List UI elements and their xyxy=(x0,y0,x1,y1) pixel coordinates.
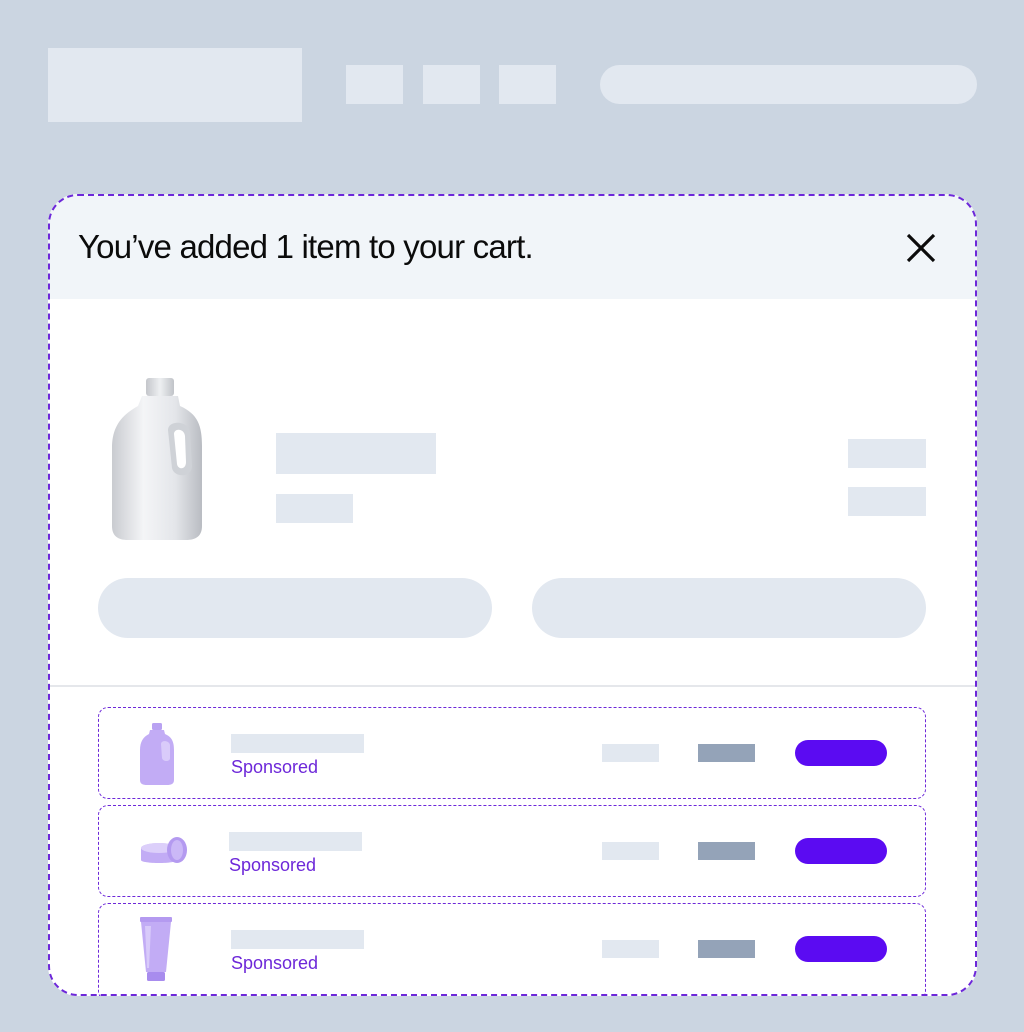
sponsored-item-rating-placeholder xyxy=(698,744,755,762)
add-to-cart-modal: You’ve added 1 item to your cart. Sponso… xyxy=(48,194,977,996)
close-icon xyxy=(906,233,936,263)
search-bar-placeholder[interactable] xyxy=(600,65,977,104)
add-to-cart-button[interactable] xyxy=(795,838,887,864)
nav-item-placeholder[interactable] xyxy=(499,65,556,104)
product-quantity-placeholder xyxy=(848,487,926,516)
sponsored-item-rating-placeholder xyxy=(698,940,755,958)
sponsored-item[interactable]: Sponsored xyxy=(98,805,926,897)
close-button[interactable] xyxy=(903,230,939,266)
sponsored-item-price-placeholder xyxy=(602,940,659,958)
product-price-placeholder xyxy=(848,439,926,468)
purple-bottle-image xyxy=(140,723,174,785)
sponsored-item-price-placeholder xyxy=(602,842,659,860)
divider xyxy=(48,685,977,687)
sponsored-label: Sponsored xyxy=(231,757,319,777)
checkout-button[interactable] xyxy=(532,578,926,638)
detergent-bottle-image xyxy=(112,378,202,540)
product-title-placeholder xyxy=(276,433,436,474)
modal-title: You’ve added 1 item to your cart. xyxy=(78,228,534,265)
add-to-cart-button[interactable] xyxy=(795,740,887,766)
sponsored-item[interactable]: Sponsored xyxy=(98,707,926,799)
sponsored-item-name-placeholder xyxy=(231,734,364,753)
logo-placeholder xyxy=(48,48,302,122)
sponsored-item-name-placeholder xyxy=(231,930,364,949)
view-cart-button[interactable] xyxy=(98,578,492,638)
sponsored-item-price-placeholder xyxy=(602,744,659,762)
sponsored-label: Sponsored xyxy=(231,953,319,973)
sponsored-item[interactable]: Sponsored xyxy=(98,903,926,996)
sponsored-item-name-placeholder xyxy=(229,832,362,851)
purple-jar-image xyxy=(141,837,187,863)
nav-item-placeholder[interactable] xyxy=(423,65,480,104)
nav-item-placeholder[interactable] xyxy=(346,65,403,104)
add-to-cart-button[interactable] xyxy=(795,936,887,962)
purple-tube-image xyxy=(140,917,172,981)
modal-header: You’ve added 1 item to your cart. xyxy=(48,194,977,299)
product-subtitle-placeholder xyxy=(276,494,353,523)
sponsored-label: Sponsored xyxy=(229,855,317,875)
sponsored-item-rating-placeholder xyxy=(698,842,755,860)
